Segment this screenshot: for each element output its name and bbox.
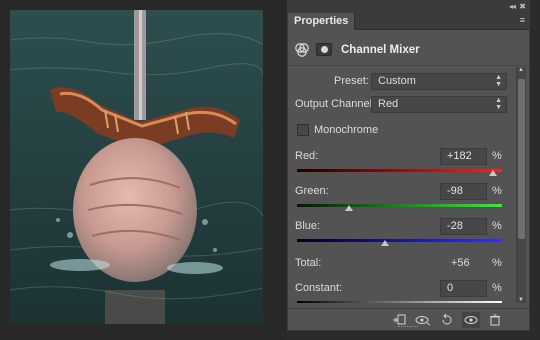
total-label: Total: [295,257,322,269]
green-value-input[interactable]: -98 [440,183,487,200]
canvas-image [10,10,263,324]
properties-panel: ◂◂ ✖ Properties ≡ Channel Mixer Preset: … [287,0,531,331]
red-percent: % [492,150,502,162]
updown-arrows-icon: ▲ ▼ [495,97,502,111]
output-channel-value: Red [378,98,399,110]
red-slider-thumb[interactable] [488,170,497,176]
scrollbar-thumb[interactable] [518,79,525,239]
panel-title: Channel Mixer [341,44,420,56]
monochrome-label: Monochrome [314,124,379,136]
green-slider-track[interactable] [297,204,502,207]
constant-label: Constant: [295,282,343,294]
toggle-visibility-icon[interactable] [462,312,480,328]
delete-icon[interactable] [486,312,504,328]
scroll-up-icon[interactable]: ▲ [518,67,524,73]
preset-value: Custom [378,75,416,87]
updown-arrows-icon: ▲ ▼ [495,74,502,88]
red-slider-track[interactable] [297,169,502,172]
tab-row: Properties ≡ [288,13,529,30]
blue-label: Blue: [295,220,321,232]
panel-topbar: ◂◂ ✖ [288,1,529,13]
constant-percent: % [492,282,502,294]
panel-header: Channel Mixer [288,31,531,66]
close-icon[interactable]: ✖ [519,1,526,13]
blue-value-input[interactable]: -28 [440,218,487,235]
red-label: Red: [295,150,319,162]
collapse-icon[interactable]: ◂◂ [509,1,516,13]
blue-slider-thumb[interactable] [381,240,390,246]
scroll-down-icon[interactable]: ▼ [518,297,524,303]
output-channel-label: Output Channel: [295,98,376,110]
channel-mixer-icon [295,43,309,57]
total-value: +56 [451,257,470,269]
green-percent: % [492,185,502,197]
tab-properties[interactable]: Properties [288,13,356,30]
properties-content: Preset: Custom ▲ ▼ Output Channel: Red ▲ ▼… [288,67,516,303]
preset-label: Preset: [334,75,369,87]
panel-menu-icon[interactable]: ≡ [520,15,525,25]
green-label: Green: [295,185,329,197]
constant-value-input[interactable]: 0 [440,280,487,297]
total-percent: % [492,257,502,269]
constant-slider-track[interactable] [297,301,502,303]
resize-grip[interactable] [398,326,418,329]
layer-mask-icon[interactable] [316,43,332,56]
output-channel-dropdown[interactable]: Red ▲ ▼ [371,96,507,113]
red-value-input[interactable]: +182 [440,148,487,165]
panel-footer [288,308,529,330]
blue-percent: % [492,220,502,232]
blue-slider-track[interactable] [297,239,502,242]
preset-dropdown[interactable]: Custom ▲ ▼ [371,73,507,90]
reset-icon[interactable] [438,312,456,328]
monochrome-checkbox[interactable] [297,124,309,136]
panel-scrollbar[interactable]: ▲ ▼ [516,67,526,303]
document-canvas[interactable] [0,0,286,340]
green-slider-thumb[interactable] [345,205,354,211]
